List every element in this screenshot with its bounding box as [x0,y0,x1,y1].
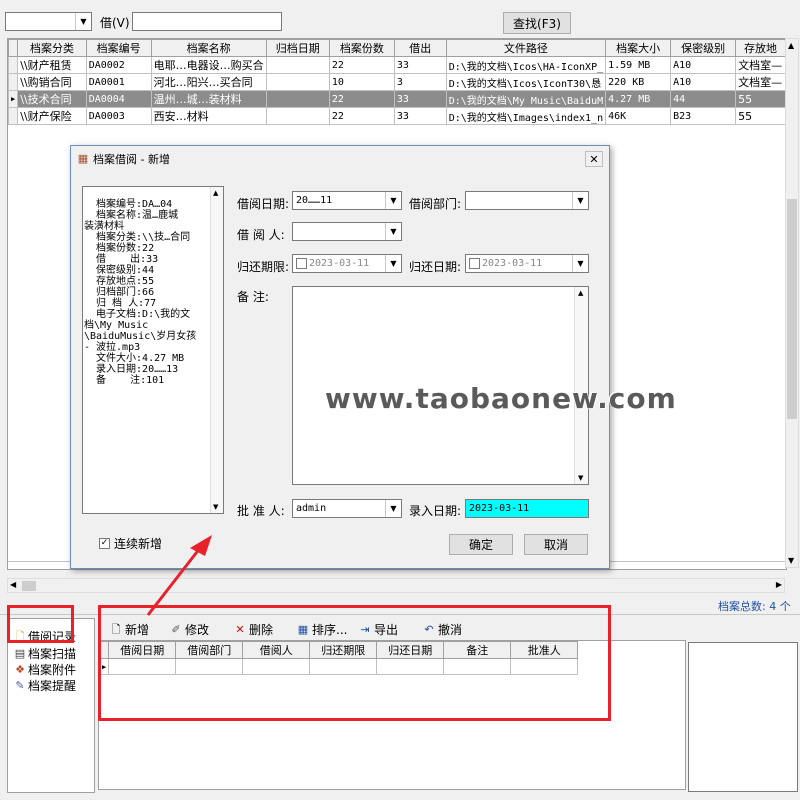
arrow-shaft [146,547,202,616]
watermark: www.taobaonew.com [325,382,677,415]
arrow-head-icon [190,535,212,556]
